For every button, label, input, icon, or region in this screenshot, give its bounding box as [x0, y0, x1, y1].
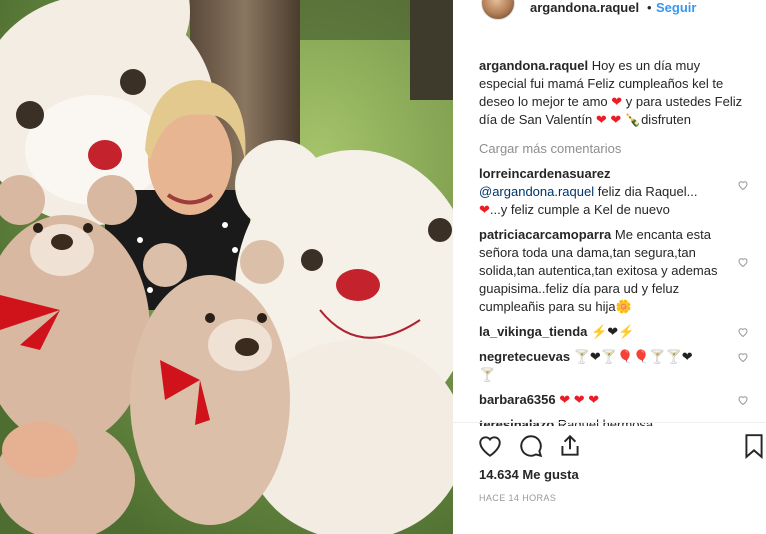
lightning-icon: ⚡ [591, 324, 608, 339]
like-count[interactable]: 14.634 Me gusta [479, 467, 579, 482]
comment-username[interactable]: barbara6356 [479, 392, 556, 407]
post-caption: argandona.raquel Hoy es un día muy espec… [479, 57, 749, 129]
bookmark-icon[interactable] [741, 433, 766, 459]
red-heart-icon: ❤ [479, 202, 490, 217]
header-username[interactable]: argandona.raquel [530, 0, 639, 15]
post-photo[interactable] [0, 0, 453, 534]
cocktail-icon: 🍸🍸 [649, 349, 682, 364]
balloon-icon: 🎈🎈 [616, 349, 650, 364]
black-heart-icon: ❤ [607, 324, 619, 339]
load-more-comments[interactable]: Cargar más comentarios [479, 141, 766, 156]
small-heart-icon[interactable] [737, 179, 749, 191]
comment-username[interactable]: negretecuevas [479, 349, 570, 364]
comment-item: teresinalazo Raquel hermosa [479, 416, 727, 426]
lightning-icon: ⚡ [618, 324, 635, 339]
comment-text: feliz dia Raquel... [594, 184, 698, 199]
red-heart-icon: ❤ ❤ ❤ [559, 392, 600, 407]
comment-item: la_vikinga_tienda ⚡❤⚡ [479, 323, 748, 341]
share-icon[interactable] [557, 433, 583, 459]
black-heart-icon: ❤ [681, 349, 693, 364]
cocktail-icon: 🍸 [600, 349, 617, 364]
divider [453, 422, 766, 423]
flower-icon: 🌼 [615, 299, 632, 314]
comment-username[interactable]: patriciacarcamoparra [479, 227, 611, 242]
red-heart-icon: ❤ [611, 94, 623, 109]
caption-username[interactable]: argandona.raquel [479, 58, 588, 73]
comment-item: negretecuevas 🍸❤🍸🎈🎈🍸🍸❤ 🍸 [479, 348, 748, 384]
post-image [0, 0, 453, 534]
post-actions [477, 433, 766, 459]
small-heart-icon[interactable] [737, 394, 749, 406]
comment-username[interactable]: la_vikinga_tienda [479, 324, 587, 339]
header-separator: • [647, 0, 652, 15]
follow-button[interactable]: Seguir [656, 0, 696, 15]
post-header: argandona.raquel • Seguir [453, 0, 766, 20]
comment-item: patriciacarcamoparra Me encanta esta señ… [479, 226, 748, 316]
heart-outline-icon[interactable] [477, 433, 503, 459]
small-heart-icon[interactable] [737, 256, 749, 268]
cocktail-icon: 🍸 [573, 349, 590, 364]
small-heart-icon[interactable] [737, 326, 749, 338]
post-timestamp[interactable]: HACE 14 HORAS [479, 493, 556, 503]
comment-text: ...y feliz cumple a Kel de nuevo [489, 202, 670, 217]
small-heart-icon[interactable] [737, 351, 749, 363]
comment-bubble-icon[interactable] [518, 433, 544, 459]
avatar[interactable] [481, 0, 515, 20]
comment-mention[interactable]: @argandona.raquel [479, 184, 594, 199]
comment-item: barbara6356 ❤ ❤ ❤ [479, 391, 748, 409]
caption-text-3: disfruten [641, 112, 691, 127]
comment-username[interactable]: lorreincardenasuarez [479, 166, 611, 181]
comment-item: lorreincardenasuarez @argandona.raquel f… [479, 165, 748, 219]
comments-list: argandona.raquel Hoy es un día muy espec… [479, 57, 766, 426]
cocktail-icon: 🍸 [479, 367, 496, 382]
red-heart-icon: ❤ ❤ [595, 112, 622, 127]
black-heart-icon: ❤ [589, 349, 601, 364]
champagne-icon: 🍾 [624, 112, 642, 127]
post-detail-panel: argandona.raquel • Seguir argandona.raqu… [453, 0, 766, 534]
